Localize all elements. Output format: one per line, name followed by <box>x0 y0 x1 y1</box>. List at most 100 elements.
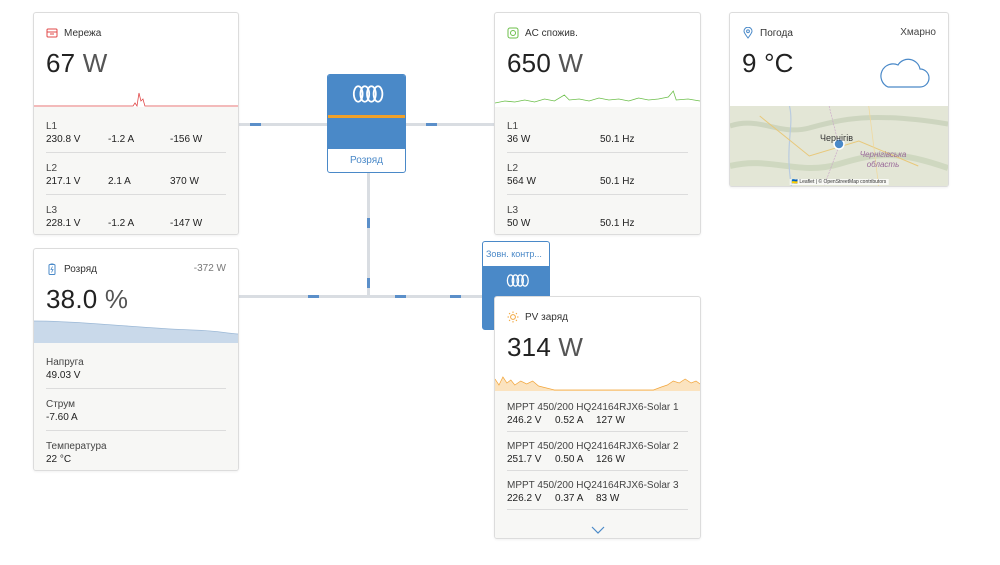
flow-dot <box>367 218 370 228</box>
inverter-card[interactable]: Розряд <box>327 74 406 173</box>
battery-soc-unit: % <box>104 284 129 314</box>
map-region-label: Чернігівська область <box>859 150 907 169</box>
charger-voltage: 226.2 V <box>507 493 542 504</box>
phase-label: L1 <box>507 121 519 132</box>
ac-power-value: 650 <box>507 48 551 78</box>
phase-power: -156 W <box>170 134 203 145</box>
pv-card-title-row: PV заряд <box>507 311 688 323</box>
battery-sparkline <box>34 317 238 343</box>
charger-current: 0.52 A <box>555 415 584 426</box>
cloud-icon <box>880 58 930 88</box>
battery-details: Напруга 49.03 V Струм -7.60 A Температур… <box>34 343 238 470</box>
flow-dot <box>450 295 461 298</box>
grid-icon <box>46 28 58 38</box>
flow-dot <box>426 123 437 126</box>
external-control-label: Зовн. контр... <box>483 242 549 266</box>
phase-current: 2.1 A <box>108 176 131 187</box>
pv-charger-row: MPPT 450/200 HQ24164RJX6-Solar 2 251.7 V… <box>507 432 688 471</box>
phase-current: -1.2 A <box>108 134 135 145</box>
phase-frequency: 50.1 Hz <box>600 134 635 145</box>
grid-power-unit: W <box>82 48 108 78</box>
ac-sparkline <box>495 75 700 107</box>
phase-power: 370 W <box>170 176 199 187</box>
phase-power: 36 W <box>507 134 531 145</box>
weather-card[interactable]: Погода Хмарно 9 °C Чернігів Чернігівська… <box>729 12 949 187</box>
ac-loads-card[interactable]: AC спожив. 650 W L1 36 W 50.1 Hz L2 564 … <box>494 12 701 235</box>
weather-map[interactable]: Чернігів Чернігівська область 🇺🇦 Leaflet… <box>730 106 948 186</box>
weather-title: Погода <box>760 27 793 39</box>
phase-label: L2 <box>46 163 58 174</box>
inverter-status: Розряд <box>350 155 383 166</box>
phase-voltage: 228.1 V <box>46 218 81 229</box>
inverter-logo-area <box>328 75 405 115</box>
map-city-label: Чернігів <box>820 133 854 143</box>
victron-logo <box>506 274 529 287</box>
charger-name: MPPT 450/200 HQ24164RJX6-Solar 1 <box>507 402 679 413</box>
weather-card-header: Погода Хмарно 9 °C <box>730 13 948 107</box>
ac-phase-row: L2 564 W 50.1 Hz <box>507 153 688 195</box>
detail-label: Температура <box>46 441 107 452</box>
location-pin-icon <box>743 27 753 39</box>
ac-power-unit: W <box>558 48 584 78</box>
pv-card-header: PV заряд 314 W <box>495 297 700 391</box>
ac-phase-row: L3 50 W 50.1 Hz <box>507 195 688 234</box>
charger-name: MPPT 450/200 HQ24164RJX6-Solar 2 <box>507 441 679 452</box>
charger-current: 0.37 A <box>555 493 584 504</box>
grid-sparkline <box>34 75 238 107</box>
map-attribution[interactable]: 🇺🇦 Leaflet | © OpenStreetMap contributor… <box>789 179 889 185</box>
detail-value: -7.60 A <box>46 412 78 423</box>
detail-label: Напруга <box>46 357 84 368</box>
charger-voltage: 251.7 V <box>507 454 542 465</box>
grid-card-title-row: Мережа <box>46 27 226 39</box>
map-tiles <box>730 106 948 186</box>
ac-loads-icon <box>507 27 519 39</box>
battery-detail-row: Температура 22 °C <box>46 431 226 470</box>
battery-detail-row: Напруга 49.03 V <box>46 347 226 389</box>
detail-label: Струм <box>46 399 76 410</box>
pv-power: 314 W <box>507 332 688 363</box>
phase-frequency: 50.1 Hz <box>600 176 635 187</box>
charger-power: 126 W <box>596 454 625 465</box>
grid-phase-row: L2 217.1 V 2.1 A 370 W <box>46 153 226 195</box>
battery-power: -372 W <box>193 263 226 274</box>
phase-current: -1.2 A <box>108 218 135 229</box>
ac-title: AC спожив. <box>525 27 578 39</box>
detail-value: 49.03 V <box>46 370 81 381</box>
ac-phases: L1 36 W 50.1 Hz L2 564 W 50.1 Hz L3 50 W… <box>495 107 700 234</box>
phase-label: L3 <box>507 205 519 216</box>
phase-label: L2 <box>507 163 519 174</box>
battery-title: Розряд <box>64 263 97 275</box>
chevron-down-icon[interactable] <box>591 526 605 534</box>
pv-sparkline <box>495 371 700 391</box>
battery-card-header: Розряд -372 W 38.0 % <box>34 249 238 343</box>
grid-title: Мережа <box>64 27 102 39</box>
battery-icon <box>48 263 56 275</box>
pv-power-unit: W <box>558 332 584 362</box>
grid-phase-row: L3 228.1 V -1.2 A -147 W <box>46 195 226 234</box>
phase-power: 564 W <box>507 176 536 187</box>
pv-charger-row: MPPT 450/200 HQ24164RJX6-Solar 3 226.2 V… <box>507 471 688 510</box>
ac-card-header: AC спожив. 650 W <box>495 13 700 107</box>
flow-dot <box>395 295 406 298</box>
inverter-ac-link <box>406 123 495 126</box>
pv-chargers: MPPT 450/200 HQ24164RJX6-Solar 1 246.2 V… <box>495 391 700 538</box>
charger-voltage: 246.2 V <box>507 415 542 426</box>
phase-frequency: 50.1 Hz <box>600 218 635 229</box>
battery-detail-row: Струм -7.60 A <box>46 389 226 431</box>
phase-voltage: 230.8 V <box>46 134 81 145</box>
battery-card[interactable]: Розряд -372 W 38.0 % Напруга 49.03 V Стр… <box>33 248 239 471</box>
battery-soc-value: 38.0 <box>46 284 98 314</box>
charger-current: 0.50 A <box>555 454 584 465</box>
grid-card[interactable]: Мережа 67 W L1 230.8 V -1.2 A -156 W L2 … <box>33 12 239 235</box>
phase-label: L1 <box>46 121 58 132</box>
pv-charger-row: MPPT 450/200 HQ24164RJX6-Solar 1 246.2 V… <box>507 393 688 432</box>
pv-power-value: 314 <box>507 332 551 362</box>
phase-power: -147 W <box>170 218 203 229</box>
grid-card-header: Мережа 67 W <box>34 13 238 107</box>
flow-dot <box>308 295 319 298</box>
charger-name: MPPT 450/200 HQ24164RJX6-Solar 3 <box>507 480 679 491</box>
grid-phase-row: L1 230.8 V -1.2 A -156 W <box>46 111 226 153</box>
ac-card-title-row: AC спожив. <box>507 27 688 39</box>
phase-voltage: 217.1 V <box>46 176 81 187</box>
pv-card[interactable]: PV заряд 314 W MPPT 450/200 HQ24164RJX6-… <box>494 296 701 539</box>
